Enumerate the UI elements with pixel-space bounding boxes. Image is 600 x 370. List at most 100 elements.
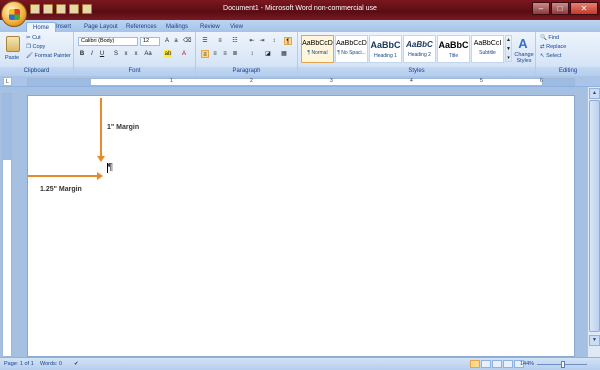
- tab-references[interactable]: References: [126, 22, 157, 32]
- shading-icon[interactable]: ◪: [264, 50, 272, 58]
- format-painter-button[interactable]: 🖌 Format Painter: [26, 53, 71, 59]
- justify-icon[interactable]: ≣: [231, 50, 239, 58]
- change-case-icon[interactable]: Aa: [144, 50, 152, 58]
- style-heading-2[interactable]: AaBbC Heading 2: [403, 35, 436, 63]
- show-formatting-icon[interactable]: ¶: [284, 37, 292, 45]
- status-bar: Page: 1 of 1 Words: 0 ✔ 144%: [0, 357, 600, 370]
- select-button[interactable]: ↖ Select: [540, 53, 561, 59]
- style-subtitle[interactable]: AaBbCcI Subtitle: [471, 35, 504, 63]
- style-no-spacing[interactable]: AaBbCcD ¶ No Spaci...: [335, 35, 368, 63]
- tab-review[interactable]: Review: [200, 22, 220, 32]
- top-margin-arrow: [100, 98, 102, 158]
- tab-view[interactable]: View: [230, 22, 243, 32]
- style-heading-1[interactable]: AaBbC Heading 1: [369, 35, 402, 63]
- style-title[interactable]: AaBbC Title: [437, 35, 470, 63]
- align-left-icon[interactable]: ≡: [201, 50, 209, 58]
- find-button[interactable]: 🔍 Find: [540, 35, 559, 41]
- ruler-track: 1 2 3 4 5 6: [27, 78, 575, 86]
- scroll-thumb[interactable]: [589, 100, 600, 332]
- clipboard-group: Paste ✂ Cut ❐ Copy 🖌 Format Painter Clip…: [0, 32, 74, 76]
- zoom-level[interactable]: 144%: [520, 361, 534, 367]
- borders-icon[interactable]: ▦: [280, 50, 288, 58]
- vertical-ruler-margin: [3, 94, 11, 160]
- italic-icon[interactable]: I: [88, 50, 96, 58]
- line-spacing-icon[interactable]: ↕: [248, 50, 256, 58]
- ruler-number: 1: [170, 78, 173, 84]
- strikethrough-icon[interactable]: S: [112, 50, 120, 58]
- superscript-icon[interactable]: x: [132, 50, 140, 58]
- styles-label: Styles: [298, 67, 535, 76]
- style-normal[interactable]: AaBbCcD ¶ Normal: [301, 35, 334, 63]
- styles-scroll-icon[interactable]: ▲ ▼ ▾: [505, 35, 512, 62]
- font-group: Calibri (Body) 12 A a ⌫ B I U S x x Aa a…: [74, 32, 196, 76]
- office-logo-icon: [9, 9, 20, 20]
- document-workspace: ▲ ▼: [0, 87, 600, 357]
- align-right-icon[interactable]: ≡: [221, 50, 229, 58]
- ruler-number: 6: [540, 78, 543, 84]
- ruler-number: 3: [330, 78, 333, 84]
- subscript-icon[interactable]: x: [122, 50, 130, 58]
- change-styles-button[interactable]: Change Styles: [513, 52, 535, 64]
- clear-format-icon[interactable]: ⌫: [183, 37, 191, 45]
- paragraph-group: ☰ ≡ ☷ ⇤ ⇥ ↕ ¶ ≡ ≡ ≡ ≣ ↕ ◪ ▦ Paragraph: [196, 32, 298, 76]
- paste-icon[interactable]: [6, 36, 20, 52]
- ruler-left-margin: [28, 79, 91, 85]
- grow-font-icon[interactable]: A: [163, 37, 171, 45]
- page-count[interactable]: Page: 1 of 1: [4, 361, 34, 367]
- zoom-slider-thumb[interactable]: [561, 361, 565, 368]
- font-name-dropdown[interactable]: Calibri (Body): [78, 37, 138, 46]
- brush-icon: 🖌: [26, 53, 35, 59]
- multilevel-list-icon[interactable]: ☷: [231, 37, 239, 45]
- tab-home[interactable]: Home: [26, 22, 57, 32]
- bullets-icon[interactable]: ☰: [201, 37, 209, 45]
- top-margin-label: 1" Margin: [107, 124, 140, 131]
- ruler-number: 4: [410, 78, 413, 84]
- decrease-indent-icon[interactable]: ⇤: [248, 37, 256, 45]
- horizontal-ruler[interactable]: L 1 2 3 4 5 6: [0, 76, 600, 87]
- font-label: Font: [74, 67, 195, 76]
- sort-icon[interactable]: ↕: [270, 37, 278, 45]
- scroll-up-icon[interactable]: ▲: [589, 88, 600, 99]
- tab-page-layout[interactable]: Page Layout: [84, 22, 118, 32]
- highlight-icon[interactable]: ab: [164, 50, 172, 58]
- vertical-ruler[interactable]: [2, 93, 12, 357]
- full-screen-view-icon[interactable]: [481, 360, 491, 368]
- document-page[interactable]: [27, 95, 575, 357]
- office-button[interactable]: [1, 1, 27, 27]
- cut-button[interactable]: ✂ Cut: [26, 35, 41, 41]
- word-count[interactable]: Words: 0: [40, 361, 62, 367]
- underline-icon[interactable]: U: [98, 50, 106, 58]
- replace-button[interactable]: ⇄ Replace: [540, 44, 566, 50]
- ruler-number: 2: [250, 78, 253, 84]
- left-margin-label: 1.25" Margin: [40, 186, 82, 193]
- change-styles-icon: A: [518, 36, 528, 51]
- copy-button[interactable]: ❐ Copy: [26, 44, 45, 50]
- shrink-font-icon[interactable]: a: [172, 37, 180, 45]
- clipboard-label: Clipboard: [0, 67, 73, 76]
- view-buttons: [470, 360, 524, 368]
- maximize-button[interactable]: □: [551, 2, 569, 15]
- scroll-down-icon[interactable]: ▼: [589, 335, 600, 346]
- paste-button[interactable]: Paste: [5, 55, 19, 61]
- tab-insert[interactable]: Insert: [56, 22, 71, 32]
- increase-indent-icon[interactable]: ⇥: [258, 37, 266, 45]
- minimize-button[interactable]: –: [532, 2, 550, 15]
- paragraph-label: Paragraph: [196, 67, 297, 76]
- tab-selector-icon[interactable]: L: [3, 77, 12, 86]
- vertical-scrollbar[interactable]: ▲ ▼: [587, 87, 600, 357]
- font-color-icon[interactable]: A: [180, 50, 188, 58]
- font-size-dropdown[interactable]: 12: [140, 37, 160, 46]
- proofing-icon[interactable]: ✔: [74, 361, 79, 367]
- close-button[interactable]: ✕: [570, 2, 598, 15]
- web-layout-view-icon[interactable]: [492, 360, 502, 368]
- window-title: Document1 - Microsoft Word non-commercia…: [223, 5, 377, 12]
- ribbon-tabs: Home Insert Page Layout References Maili…: [0, 20, 600, 32]
- ruler-number: 5: [480, 78, 483, 84]
- outline-view-icon[interactable]: [503, 360, 513, 368]
- print-layout-view-icon[interactable]: [470, 360, 480, 368]
- align-center-icon[interactable]: ≡: [211, 50, 219, 58]
- title-bar: Document1 - Microsoft Word non-commercia…: [0, 0, 600, 20]
- bold-icon[interactable]: B: [78, 50, 86, 58]
- tab-mailings[interactable]: Mailings: [166, 22, 188, 32]
- numbering-icon[interactable]: ≡: [216, 37, 224, 45]
